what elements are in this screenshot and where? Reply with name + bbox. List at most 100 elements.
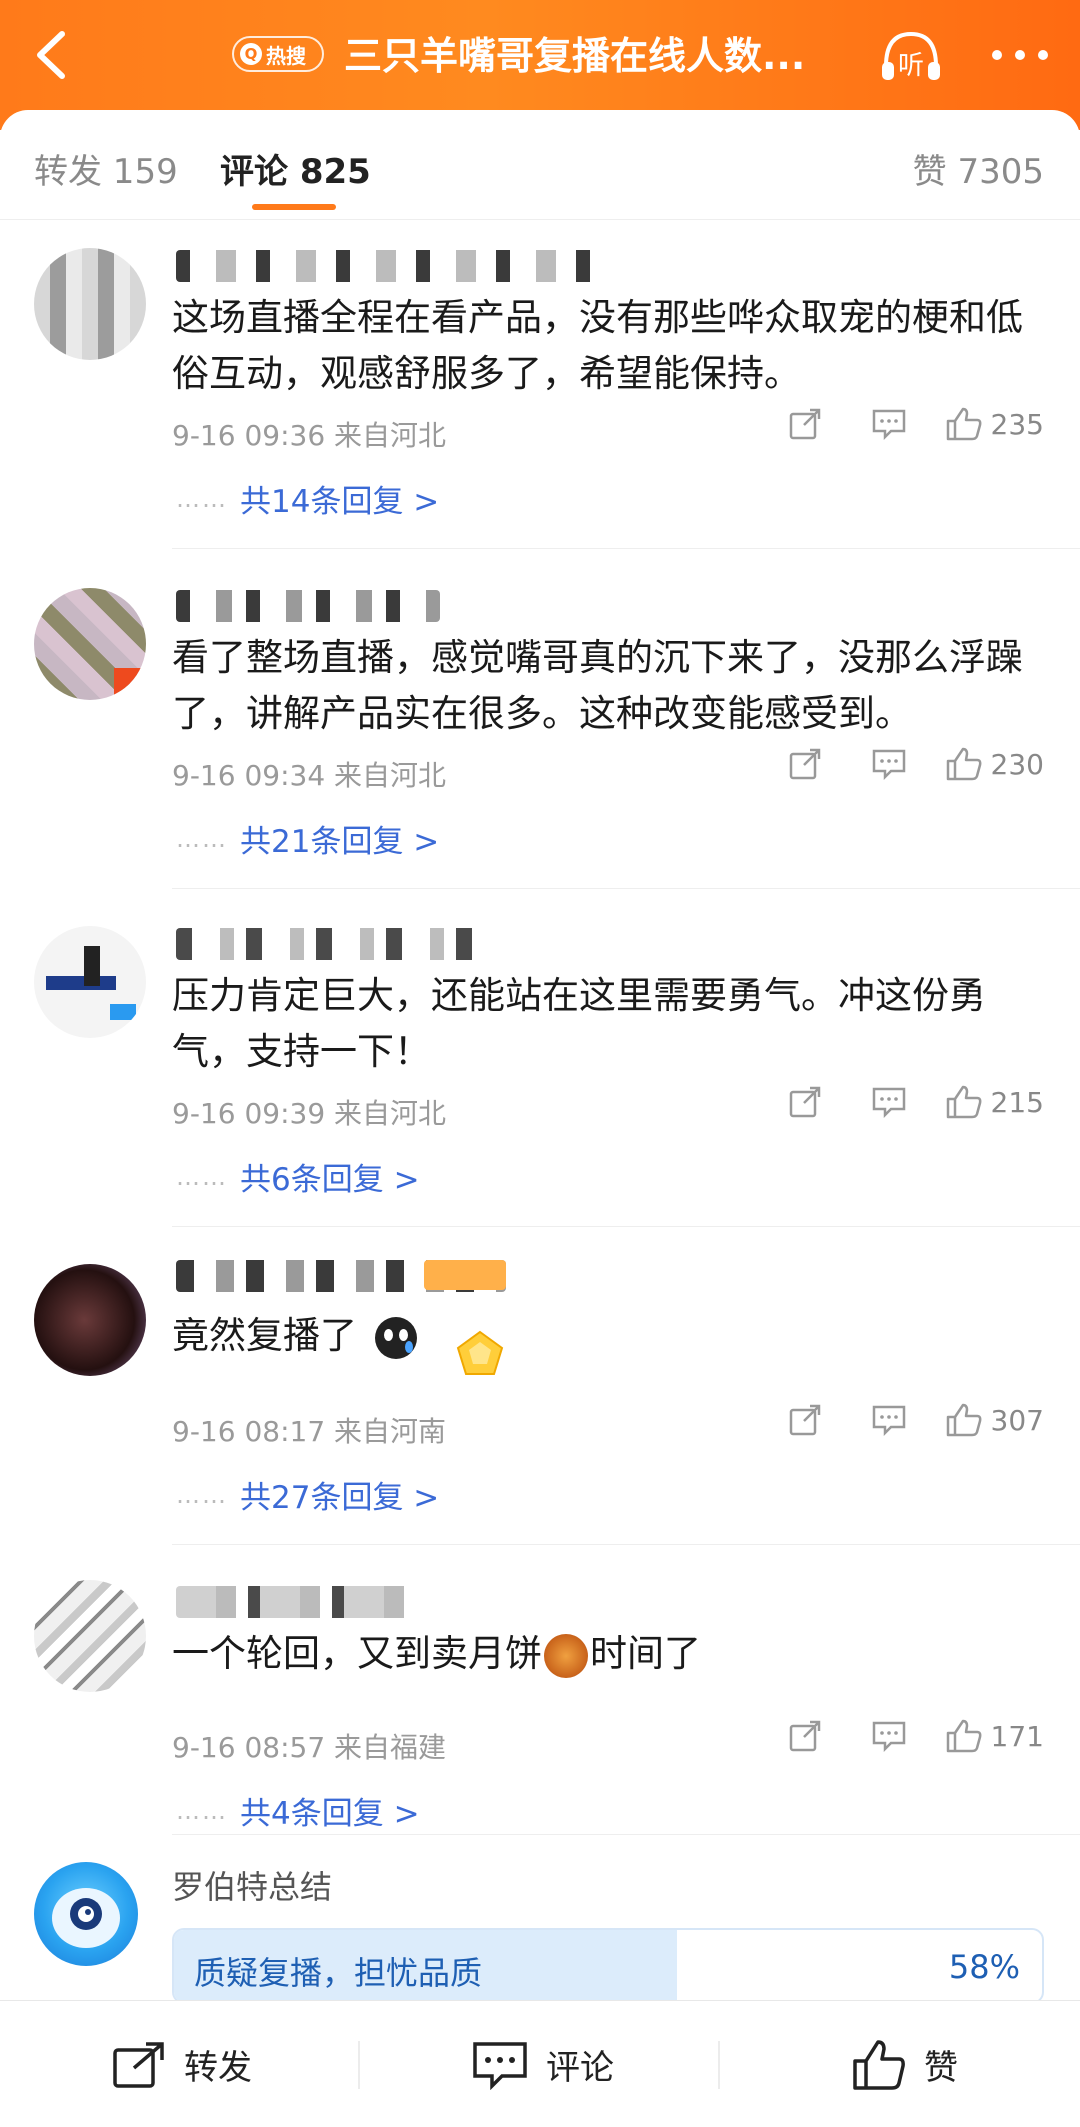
avatar-badge — [114, 668, 144, 698]
reply-button[interactable] — [847, 1403, 931, 1437]
bottom-comment-button[interactable]: 评论 — [472, 2001, 614, 2127]
comment-actions: 171 — [763, 1718, 1044, 1754]
thumbs-up-icon — [853, 2039, 905, 2090]
replies-label: 共27条回复 > — [240, 1480, 440, 1516]
share-icon — [789, 408, 820, 440]
poll-option-label: 质疑复播，担忧品质 — [194, 1954, 483, 1992]
comment-meta: 9-16 08:17 来自河南 — [172, 1415, 447, 1448]
comment-text-after: 时间了 — [590, 1632, 701, 1675]
comment-icon — [872, 409, 905, 441]
avatar[interactable] — [34, 1264, 146, 1376]
replies-link[interactable]: …… 共4条回复 > — [176, 1788, 420, 1833]
comment-text: 压力肯定巨大，还能站在这里需要勇气。冲这份勇气，支持一下！ — [172, 974, 986, 1073]
comment-text: 看了整场直播，感觉嘴哥真的沉下来了，没那么浮躁了，讲解产品实在很多。这种改变能感… — [172, 636, 1023, 735]
divider — [172, 548, 1080, 549]
like-button[interactable]: 235 — [931, 406, 1044, 442]
thumbs-up-icon — [946, 1719, 981, 1753]
replies-label: 共21条回复 > — [240, 824, 440, 860]
like-count: 171 — [990, 1719, 1044, 1753]
reply-button[interactable] — [847, 747, 931, 781]
like-count: 235 — [990, 407, 1044, 441]
more-dots-icon — [992, 50, 1048, 60]
comment-actions: 235 — [763, 406, 1044, 442]
comment-meta: 9-16 09:39 来自河北 — [172, 1097, 447, 1130]
replies-dots: …… — [176, 824, 228, 853]
thumbs-up-icon — [946, 1403, 981, 1437]
avatar[interactable] — [34, 1580, 146, 1692]
poll-percentage: 58% — [948, 1948, 1020, 1986]
comment-text: 竟然复播了 — [172, 1308, 417, 1364]
share-button[interactable] — [763, 1085, 847, 1119]
replies-dots: …… — [176, 484, 228, 513]
username-blurred[interactable] — [176, 590, 440, 622]
replies-dots: …… — [176, 1796, 228, 1825]
comment-icon — [872, 1087, 905, 1119]
comment-meta: 9-16 09:34 来自河北 — [172, 759, 447, 792]
summary-poll-option[interactable]: 质疑复播，担忧品质 58% — [172, 1928, 1044, 2004]
reply-button[interactable] — [847, 1085, 931, 1119]
avatar[interactable] — [34, 926, 146, 1038]
back-button[interactable] — [18, 20, 88, 90]
username-blurred[interactable] — [176, 1586, 412, 1618]
comment-actions: 307 — [763, 1402, 1044, 1438]
separator — [718, 2041, 720, 2089]
like-button[interactable]: 215 — [931, 1084, 1044, 1120]
comment-meta: 9-16 09:36 来自河北 — [172, 419, 447, 452]
like-button[interactable]: 230 — [931, 746, 1044, 782]
comment-text: 一个轮回，又到卖月饼 时间了 — [172, 1626, 701, 1682]
separator — [358, 2041, 360, 2089]
comment-icon — [872, 1405, 905, 1437]
bottom-like-button[interactable]: 赞 — [852, 2001, 958, 2127]
like-button[interactable]: 307 — [931, 1402, 1044, 1438]
replies-label: 共6条回复 > — [240, 1162, 420, 1198]
more-button[interactable] — [985, 30, 1055, 80]
listen-label: 听 — [898, 51, 924, 81]
username-blurred[interactable] — [176, 928, 492, 960]
comment-icon — [872, 1721, 905, 1753]
tab-bar: 转发 159 评论 825 赞 7305 — [0, 110, 1080, 220]
avatar[interactable] — [34, 588, 146, 700]
share-icon — [789, 1720, 820, 1752]
reply-button[interactable] — [847, 1719, 931, 1753]
comment-text-body: 竟然复播了 — [172, 1314, 357, 1357]
comment-text-before: 一个轮回，又到卖月饼 — [172, 1632, 542, 1675]
divider — [172, 888, 1080, 889]
replies-label: 共4条回复 > — [240, 1796, 420, 1832]
mooncake-emoji-icon — [544, 1633, 588, 1678]
member-badge — [424, 1260, 506, 1290]
replies-link[interactable]: …… 共21条回复 > — [176, 816, 439, 861]
tab-like[interactable]: 赞 7305 — [913, 144, 1044, 193]
active-tab-indicator — [252, 204, 336, 210]
like-button[interactable]: 171 — [931, 1718, 1044, 1754]
bottom-repost-button[interactable]: 转发 — [112, 2001, 252, 2127]
comment-actions: 230 — [763, 746, 1044, 782]
like-count: 307 — [990, 1403, 1044, 1437]
page-title: 三只羊嘴哥复播在线人数... — [344, 34, 806, 78]
share-button[interactable] — [763, 1719, 847, 1753]
comment-actions: 215 — [763, 1084, 1044, 1120]
replies-link[interactable]: …… 共14条回复 > — [176, 476, 439, 521]
share-button[interactable] — [763, 1403, 847, 1437]
avatar[interactable] — [34, 248, 146, 360]
listen-button[interactable]: 听 — [878, 26, 944, 86]
tab-repost[interactable]: 转发 159 — [34, 144, 178, 193]
share-button[interactable] — [763, 747, 847, 781]
bottom-comment-label: 评论 — [546, 2048, 614, 2088]
thumbs-up-icon — [946, 747, 981, 781]
hot-search-icon: Q — [240, 43, 262, 65]
replies-link[interactable]: …… 共27条回复 > — [176, 1472, 439, 1517]
share-button[interactable] — [763, 407, 847, 441]
reply-button[interactable] — [847, 407, 931, 441]
thumbs-up-icon — [946, 1085, 981, 1119]
replies-link[interactable]: …… 共6条回复 > — [176, 1154, 420, 1199]
weibo-comment-page: Q 热搜 三只羊嘴哥复播在线人数... 听 转发 159 评论 825 赞 73… — [0, 0, 1080, 2127]
tab-comment[interactable]: 评论 825 — [220, 144, 371, 193]
replies-label: 共14条回复 > — [240, 484, 440, 520]
bottom-action-bar: 转发 评论 赞 — [0, 2000, 1080, 2127]
username-blurred[interactable] — [176, 250, 616, 282]
comment-meta: 9-16 08:57 来自福建 — [172, 1731, 447, 1764]
share-icon — [789, 748, 820, 780]
hot-search-tag[interactable]: Q 热搜 — [232, 36, 324, 72]
robot-avatar-icon[interactable] — [34, 1862, 138, 1966]
medal-badge-icon — [454, 1328, 506, 1380]
